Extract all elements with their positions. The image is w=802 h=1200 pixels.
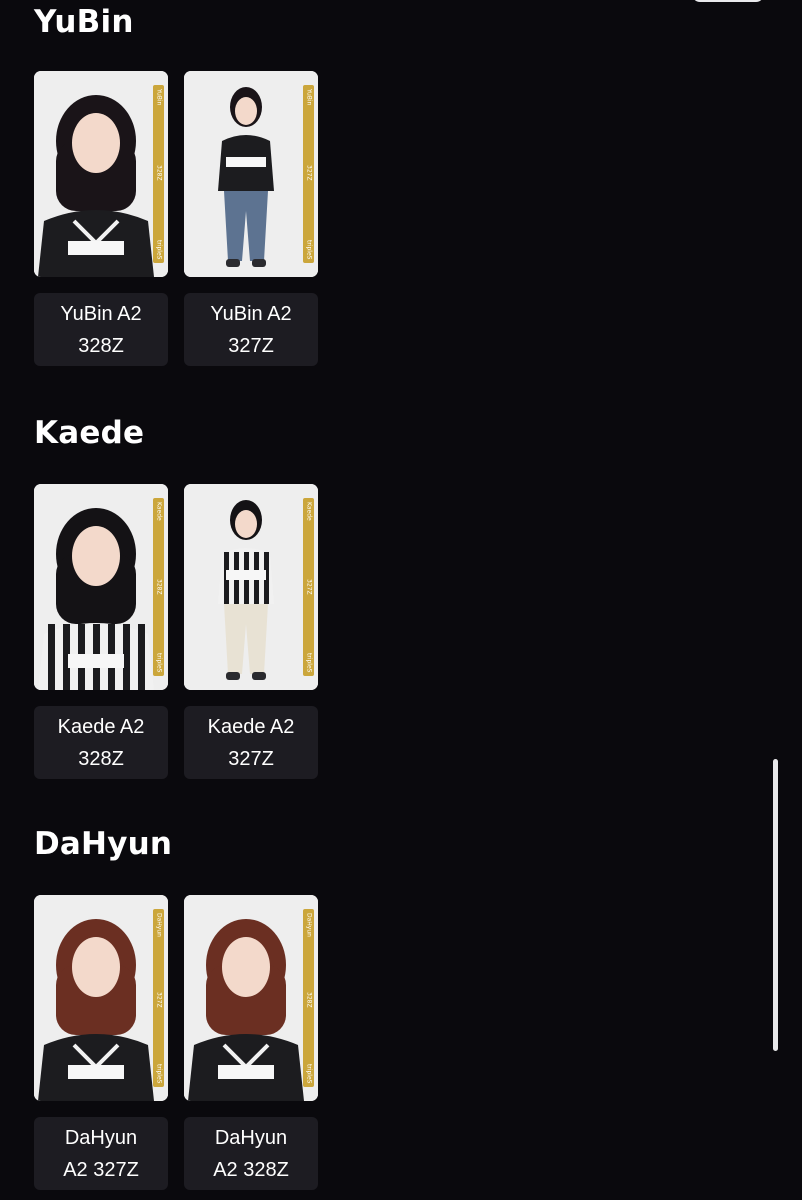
photocard-band: Kaede 327Z tripleS <box>303 498 314 676</box>
band-brand: tripleS <box>155 239 163 259</box>
band-brand: tripleS <box>155 1063 163 1083</box>
band-code: 327Z <box>155 992 163 1009</box>
photocard-label[interactable]: DaHyun A2 328Z <box>184 1117 318 1190</box>
band-code: 328Z <box>155 164 163 181</box>
photocard[interactable]: YuBin 328Z tripleS YuBin A2 328Z <box>34 71 168 366</box>
photocard-band: DaHyun 327Z tripleS <box>153 909 164 1087</box>
photocard-name: Kaede A2 <box>57 715 145 738</box>
photocard-image[interactable]: YuBin 328Z tripleS <box>34 71 168 277</box>
photocard-label[interactable]: Kaede A2 327Z <box>184 706 318 779</box>
photocard-band: DaHyun 328Z tripleS <box>303 909 314 1087</box>
photocard-band: Kaede 328Z tripleS <box>153 498 164 676</box>
member-photo <box>184 895 318 1101</box>
photocard-serial: 328Z <box>78 747 124 770</box>
photocard-serial: 327Z <box>228 334 274 357</box>
member-section-kaede: Kaede Kaede 328Z tripleS Kaede A2 328Z Kae… <box>34 415 334 784</box>
band-code: 328Z <box>155 578 163 595</box>
photocard[interactable]: YuBin 327Z tripleS YuBin A2 327Z <box>184 71 318 366</box>
photocard-band: YuBin 328Z tripleS <box>153 85 164 263</box>
vertical-scrollbar[interactable] <box>773 759 778 1051</box>
photocard-label[interactable]: YuBin A2 328Z <box>34 293 168 366</box>
photocard-serial: 327Z <box>228 747 274 770</box>
band-name: DaHyun <box>305 913 313 937</box>
member-photo <box>34 484 168 690</box>
photocard[interactable]: DaHyun 327Z tripleS DaHyun A2 327Z <box>34 895 168 1190</box>
member-photo <box>184 484 318 690</box>
band-brand: tripleS <box>305 239 313 259</box>
band-name: YuBin <box>305 89 313 106</box>
member-photo <box>184 71 318 277</box>
photocard-name: DaHyun <box>64 1126 138 1149</box>
photocard-gallery: YuBin YuBin 328Z tripleS YuBin A2 328Z YuB… <box>0 0 802 1200</box>
photocard[interactable]: Kaede 328Z tripleS Kaede A2 328Z <box>34 484 168 779</box>
photocard-image[interactable]: Kaede 328Z tripleS <box>34 484 168 690</box>
photocard-band: YuBin 327Z tripleS <box>303 85 314 263</box>
photocard[interactable]: Kaede 327Z tripleS Kaede A2 327Z <box>184 484 318 779</box>
band-name: Kaede <box>305 502 313 521</box>
band-brand: tripleS <box>305 1063 313 1083</box>
photocard-image[interactable]: Kaede 327Z tripleS <box>184 484 318 690</box>
band-brand: tripleS <box>305 652 313 672</box>
photocard-name: YuBin A2 <box>60 302 142 325</box>
photocard-image[interactable]: DaHyun 327Z tripleS <box>34 895 168 1101</box>
photocard-name: DaHyun <box>214 1126 288 1149</box>
band-code: 327Z <box>305 164 313 181</box>
top-pill-button[interactable] <box>692 0 764 2</box>
section-title: Kaede <box>34 415 145 451</box>
photocard-image[interactable]: YuBin 327Z tripleS <box>184 71 318 277</box>
member-photo <box>34 895 168 1101</box>
member-section-dahyun: DaHyun DaHyun 327Z tripleS DaHyun A2 327Z … <box>34 826 334 1195</box>
photocard-serial: A2 328Z <box>213 1158 289 1181</box>
photocard-label[interactable]: Kaede A2 328Z <box>34 706 168 779</box>
band-code: 328Z <box>305 992 313 1009</box>
member-section-yubin: YuBin YuBin 328Z tripleS YuBin A2 328Z YuB… <box>34 4 334 371</box>
photocard-label[interactable]: DaHyun A2 327Z <box>34 1117 168 1190</box>
band-brand: tripleS <box>155 652 163 672</box>
band-name: DaHyun <box>155 913 163 937</box>
photocard-serial: A2 327Z <box>63 1158 139 1181</box>
band-code: 327Z <box>305 578 313 595</box>
band-name: YuBin <box>155 89 163 106</box>
photocard[interactable]: DaHyun 328Z tripleS DaHyun A2 328Z <box>184 895 318 1190</box>
section-title: DaHyun <box>34 826 173 862</box>
photocard-image[interactable]: DaHyun 328Z tripleS <box>184 895 318 1101</box>
photocard-name: Kaede A2 <box>207 715 295 738</box>
band-name: Kaede <box>155 502 163 521</box>
section-title: YuBin <box>34 4 134 40</box>
member-photo <box>34 71 168 277</box>
photocard-label[interactable]: YuBin A2 327Z <box>184 293 318 366</box>
photocard-name: YuBin A2 <box>210 302 292 325</box>
photocard-serial: 328Z <box>78 334 124 357</box>
